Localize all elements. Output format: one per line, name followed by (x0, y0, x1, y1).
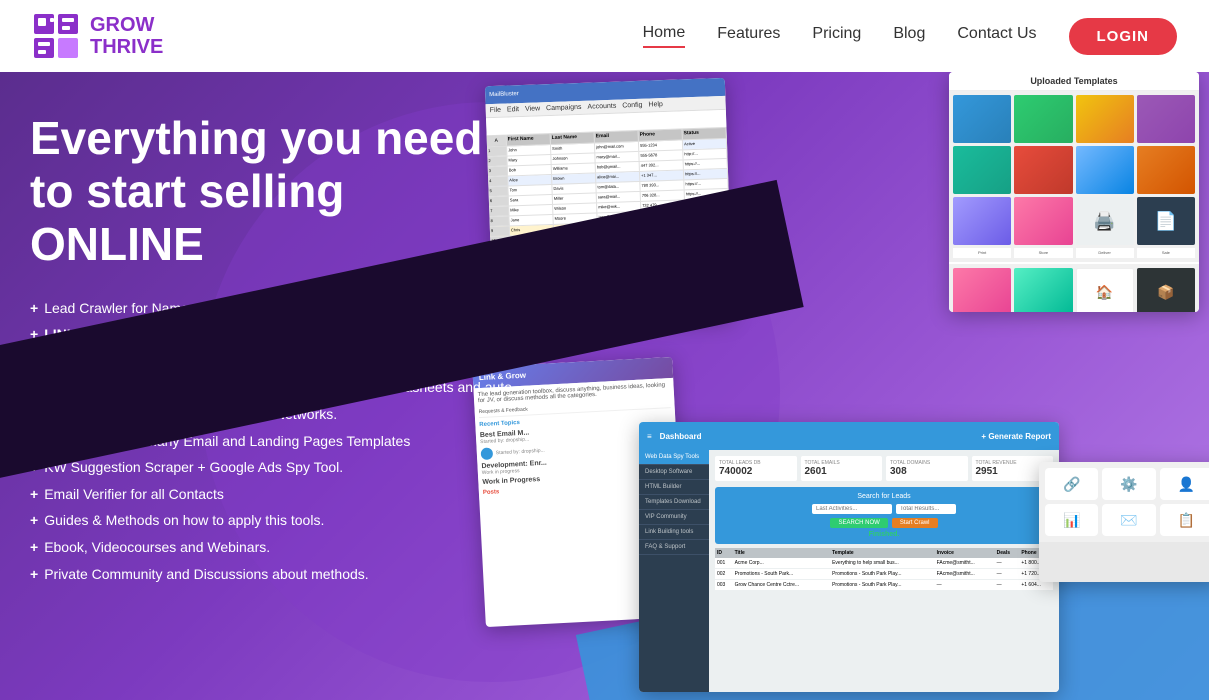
stat-domains: TOTAL DOMAINS 308 (886, 456, 968, 481)
template-card-11: 🖨️ (1076, 197, 1134, 245)
hero-bullet-7: Guides & Methods on how to apply this to… (30, 507, 520, 534)
templates-grid-2: 🏠 📦 (949, 264, 1199, 312)
stat-leads: TOTAL LEADS DB 740002 (715, 456, 797, 481)
col-title: Title (733, 548, 831, 558)
template-card-7 (1076, 146, 1134, 194)
search-leads-title: Search for Leads (721, 493, 1047, 500)
logo-icon (32, 12, 80, 60)
dashboard-main: TOTAL LEADS DB 740002 TOTAL EMAILS 2601 … (709, 450, 1059, 692)
dashboard-stats: TOTAL LEADS DB 740002 TOTAL EMAILS 2601 … (715, 456, 1053, 481)
col-id: ID (715, 548, 733, 558)
generate-report-btn[interactable]: + Generate Report (981, 432, 1051, 441)
nav-contact[interactable]: Contact Us (957, 25, 1036, 47)
template-card-14 (1014, 268, 1072, 312)
templates-grid: 🖨️ 📄 Print Store Deliver Sale (949, 91, 1199, 262)
icon-tile-4: 📊 (1045, 504, 1098, 536)
template-card-6 (1014, 146, 1072, 194)
template-card-8 (1137, 146, 1195, 194)
logo-text: GROW THRIVE (90, 14, 163, 58)
template-card-13 (953, 268, 1011, 312)
main-nav: Home Features Pricing Blog Contact Us LO… (643, 18, 1177, 55)
search-leads-input[interactable] (812, 504, 892, 514)
screenshot-dashboard: ≡ Search for Leads Dashboard + Generate … (639, 422, 1059, 692)
col-template: Template (830, 548, 935, 558)
hero-bullet-9: Private Community and Discussions about … (30, 561, 520, 588)
template-card-5 (953, 146, 1011, 194)
hero-bullet-8: Ebook, Videocourses and Webinars. (30, 534, 520, 561)
hero-title: Everything you need to start selling ONL… (30, 112, 520, 271)
logo-thrive: THRIVE (90, 36, 163, 58)
template-card-1 (953, 95, 1011, 143)
template-card-3 (1076, 95, 1134, 143)
template-card-12: 📄 (1137, 197, 1195, 245)
finished-text: Finished. (721, 531, 1047, 538)
icon-tile-3: 👤 (1160, 468, 1209, 500)
lead-row-1: 001Acme Corp...Everything to help small … (715, 558, 1053, 569)
icon-tile-5: ✉️ (1102, 504, 1155, 536)
template-label-row: Print Store Deliver Sale (953, 248, 1195, 258)
template-card-9 (953, 197, 1011, 245)
stat-emails: TOTAL EMAILS 2601 (801, 456, 883, 481)
icon-tile-1: 🔗 (1045, 468, 1098, 500)
screenshot-icon-tiles: 🔗 ⚙️ 👤 📊 ✉️ 📋 (1039, 462, 1209, 582)
icon-tile-6: 📋 (1160, 504, 1209, 536)
search-leads-input2[interactable] (896, 504, 956, 514)
leads-table: ID Title Template Invoice Deals Phone 00… (715, 548, 1053, 591)
nav-pricing[interactable]: Pricing (812, 25, 861, 47)
logo-container: GROW THRIVE (32, 12, 163, 60)
dashboard-sidebar: Web Data Spy Tools Desktop Software HTML… (639, 450, 709, 692)
sidebar-item-5[interactable]: VIP Community (639, 510, 709, 525)
col-invoice: Invoice (935, 548, 995, 558)
nav-features[interactable]: Features (717, 25, 780, 47)
login-button[interactable]: LOGIN (1069, 18, 1178, 55)
template-card-10 (1014, 197, 1072, 245)
sidebar-item-2[interactable]: Desktop Software (639, 465, 709, 480)
lead-row-3: 003Grow Chance Centre Cctre...Promotions… (715, 580, 1053, 591)
icon-tiles-grid: 🔗 ⚙️ 👤 📊 ✉️ 📋 (1039, 462, 1209, 542)
col-deals: Deals (995, 548, 1020, 558)
sidebar-item-6[interactable]: Link Building tools (639, 525, 709, 540)
search-now-button[interactable]: SEARCH NOW (830, 518, 887, 528)
nav-home[interactable]: Home (643, 24, 686, 48)
lead-row-2: 002Promotions - South Park...Promotions … (715, 569, 1053, 580)
hero-section: Everything you need to start selling ONL… (0, 72, 1209, 700)
dashboard-header: ≡ Search for Leads Dashboard + Generate … (639, 422, 1059, 450)
templates-header-text: Uploaded Templates (949, 72, 1199, 91)
nav-blog[interactable]: Blog (893, 25, 925, 47)
hero-bullet-5: KW Suggestion Scraper + Google Ads Spy T… (30, 454, 520, 481)
sidebar-item-1[interactable]: Web Data Spy Tools (639, 450, 709, 465)
icon-tile-2: ⚙️ (1102, 468, 1155, 500)
screenshots-area: MailBluster FileEditViewCampaignsAccount… (469, 72, 1209, 700)
header: GROW THRIVE Home Features Pricing Blog C… (0, 0, 1209, 72)
sidebar-item-7[interactable]: FAQ & Support (639, 540, 709, 555)
search-leads-box: Search for Leads SEARCH NOW Start Crawl … (715, 487, 1053, 544)
start-crawl-button[interactable]: Start Crawl (892, 518, 938, 528)
template-card-15: 🏠 (1076, 268, 1134, 312)
logo-grow: GROW (90, 14, 163, 36)
sidebar-item-4[interactable]: Templates Download (639, 495, 709, 510)
template-card-2 (1014, 95, 1072, 143)
template-card-4 (1137, 95, 1195, 143)
hero-bullet-6: Email Verifier for all Contacts (30, 481, 520, 508)
sidebar-item-3[interactable]: HTML Builder (639, 480, 709, 495)
template-card-16: 📦 (1137, 268, 1195, 312)
screenshot-templates: Uploaded Templates 🖨️ 📄 Print Store Deli… (949, 72, 1199, 312)
